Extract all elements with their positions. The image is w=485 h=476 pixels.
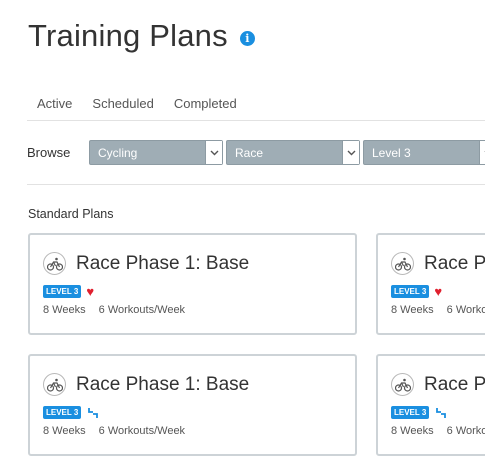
badge-row: LEVEL 3 ♥: [43, 285, 94, 298]
sport-select[interactable]: Cycling: [89, 140, 223, 165]
plan-meta: 8 Weeks 6 Workouts/Week: [391, 425, 485, 437]
cycling-icon: [391, 252, 414, 275]
chevron-down-icon: [342, 141, 359, 164]
title-row: Training Plans i: [28, 16, 255, 56]
plan-card[interactable]: Race Phase 1: Base LEVEL 3 ♥ 8 Weeks 6 W…: [28, 233, 357, 335]
plan-frequency: 6 Workouts/Week: [98, 425, 186, 437]
plan-title: Race Phase 1: Base: [76, 374, 250, 395]
plan-title: Race Phase 1: Base: [76, 253, 250, 274]
swap-icon: [435, 407, 447, 419]
training-plans-page: Training Plans i Active Scheduled Comple…: [0, 0, 485, 476]
swap-icon: [87, 407, 99, 419]
plan-duration: 8 Weeks: [391, 425, 434, 437]
type-select-value: Race: [235, 145, 264, 160]
plan-frequency: 6 Workouts/Week: [446, 304, 485, 316]
badge-row: LEVEL 3 ♥: [391, 285, 442, 298]
level-select[interactable]: Level 3: [363, 140, 485, 165]
sport-select-value: Cycling: [98, 145, 138, 160]
plan-duration: 8 Weeks: [43, 304, 86, 316]
plan-frequency: 6 Workouts/Week: [446, 425, 485, 437]
level-badge: LEVEL 3: [43, 406, 82, 419]
cycling-icon: [43, 373, 66, 396]
cycling-icon: [43, 252, 66, 275]
level-select-value: Level 3: [372, 145, 411, 160]
tab-completed[interactable]: Completed: [174, 96, 237, 111]
level-badge: LEVEL 3: [391, 285, 430, 298]
info-icon[interactable]: i: [239, 30, 255, 46]
plan-meta: 8 Weeks 6 Workouts/Week: [391, 304, 485, 316]
chevron-down-icon: [205, 141, 222, 164]
level-badge: LEVEL 3: [391, 406, 430, 419]
page-title: Training Plans: [28, 18, 228, 53]
plan-meta: 8 Weeks 6 Workouts/Week: [43, 425, 185, 437]
badge-row: LEVEL 3: [43, 406, 99, 419]
heart-icon: ♥: [86, 284, 95, 299]
divider-browse: [27, 184, 485, 185]
plan-duration: 8 Weeks: [43, 425, 86, 437]
plan-meta: 8 Weeks 6 Workouts/Week: [43, 304, 185, 316]
section-label: Standard Plans: [28, 207, 114, 221]
heart-icon: ♥: [434, 284, 443, 299]
plan-card[interactable]: Race Phase 1: Base LEVEL 3 ♥ 8 Weeks 6 W…: [376, 233, 485, 335]
plan-tabs: Active Scheduled Completed: [37, 96, 257, 111]
browse-label: Browse: [27, 145, 71, 160]
plan-title: Race Phase 1: Base: [424, 253, 485, 274]
chevron-down-icon: [479, 141, 485, 164]
badge-row: LEVEL 3: [391, 406, 447, 419]
level-badge: LEVEL 3: [43, 285, 82, 298]
tab-scheduled[interactable]: Scheduled: [92, 96, 153, 111]
divider-tabs: [27, 120, 485, 121]
plan-card[interactable]: Race Phase 1: Base LEVEL 3 8 Weeks 6 Wor…: [376, 354, 485, 456]
plan-frequency: 6 Workouts/Week: [98, 304, 186, 316]
plan-title: Race Phase 1: Base: [424, 374, 485, 395]
browse-filters: Browse Cycling Race Level 3: [27, 139, 485, 166]
plan-duration: 8 Weeks: [391, 304, 434, 316]
cycling-icon: [391, 373, 414, 396]
plan-card[interactable]: Race Phase 1: Base LEVEL 3 8 Weeks 6 Wor…: [28, 354, 357, 456]
type-select[interactable]: Race: [226, 140, 360, 165]
tab-active[interactable]: Active: [37, 96, 72, 111]
